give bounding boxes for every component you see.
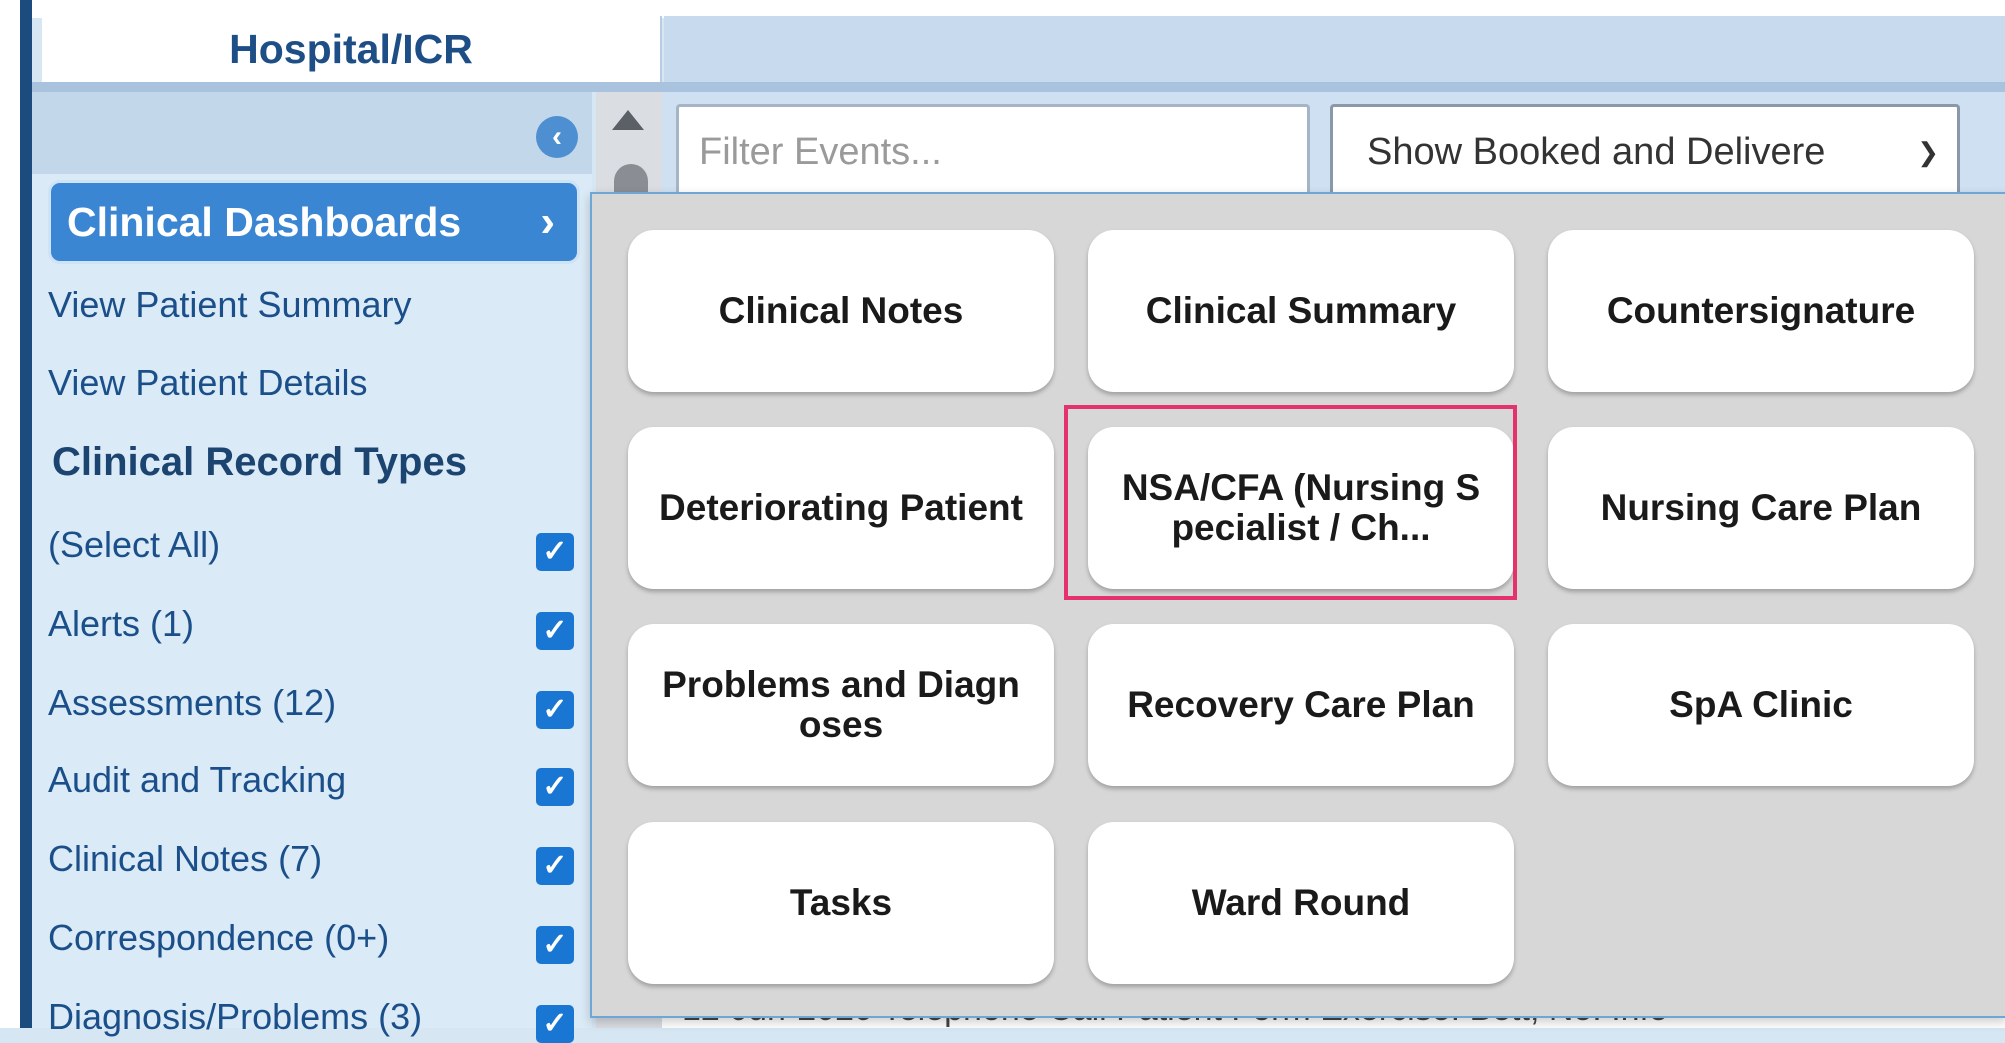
record-type-audit-label: Audit and Tracking (48, 759, 347, 800)
chevron-right-icon: › (540, 197, 555, 246)
record-type-clinical-notes-label: Clinical Notes (7) (48, 838, 323, 879)
record-type-select-all-label: (Select All) (48, 524, 221, 565)
clinical-dashboards-label: Clinical Dashboards (67, 198, 462, 245)
show-events-select[interactable]: Show Booked and Delivere ❯ (1330, 104, 1960, 200)
chevron-down-icon: ❯ (1917, 136, 1939, 167)
show-events-select-value: Show Booked and Delivere (1367, 130, 1826, 173)
clinical-record-types-heading: Clinical Record Types (52, 440, 467, 484)
dashboard-tile-tasks[interactable]: Tasks (628, 822, 1054, 984)
dashboard-tile-clinical-summary[interactable]: Clinical Summary (1088, 230, 1514, 392)
dashboard-tile-clinical-notes[interactable]: Clinical Notes (628, 230, 1054, 392)
dashboard-tile-nsa-cfa[interactable]: NSA/CFA (Nursing Specialist / Ch... (1088, 427, 1514, 589)
dashboard-tile-ward-round[interactable]: Ward Round (1088, 822, 1514, 984)
filter-events-input[interactable] (676, 104, 1310, 200)
record-type-clinical-notes-checkbox[interactable]: ✓ (536, 847, 574, 885)
record-type-assessments-label: Assessments (12) (48, 682, 337, 723)
view-patient-details-link[interactable]: View Patient Details (48, 362, 368, 404)
record-type-audit-checkbox[interactable]: ✓ (536, 768, 574, 806)
record-type-diagnosis-checkbox[interactable]: ✓ (536, 1005, 574, 1043)
record-type-assessments-checkbox[interactable]: ✓ (536, 691, 574, 729)
record-type-diagnosis-label: Diagnosis/Problems (3) (48, 996, 423, 1037)
dashboard-tile-countersignature[interactable]: Countersignature (1548, 230, 1974, 392)
tab-hospital-icr[interactable]: Hospital/ICR (42, 16, 662, 82)
dashboard-tile-nursing-care-plan[interactable]: Nursing Care Plan (1548, 427, 1974, 589)
tab-bar-underline (32, 82, 2005, 92)
record-type-alerts-checkbox[interactable]: ✓ (536, 612, 574, 650)
tab-bar-fill (664, 16, 2005, 82)
dashboard-tile-deteriorating-patient[interactable]: Deteriorating Patient (628, 427, 1054, 589)
sidebar-header (32, 92, 592, 174)
window-edge-bar (20, 0, 32, 1028)
dashboard-tile-recovery-care-plan[interactable]: Recovery Care Plan (1088, 624, 1514, 786)
scroll-up-arrow-icon[interactable] (612, 110, 644, 130)
record-type-alerts-label: Alerts (1) (48, 603, 195, 644)
clinical-dashboards-button[interactable]: Clinical Dashboards › (48, 180, 580, 264)
record-type-select-all-checkbox[interactable]: ✓ (536, 533, 574, 571)
window-edge (0, 0, 22, 1028)
chevron-left-icon: ‹ (552, 120, 562, 153)
record-type-correspondence-checkbox[interactable]: ✓ (536, 926, 574, 964)
dashboard-tile-spa-clinic[interactable]: SpA Clinic (1548, 624, 1974, 786)
dashboard-tile-problems-diagnoses[interactable]: Problems and Diagnoses (628, 624, 1054, 786)
record-type-correspondence-label: Correspondence (0+) (48, 917, 390, 958)
view-patient-summary-link[interactable]: View Patient Summary (48, 284, 411, 326)
collapse-sidebar-button[interactable]: ‹ (536, 116, 578, 158)
